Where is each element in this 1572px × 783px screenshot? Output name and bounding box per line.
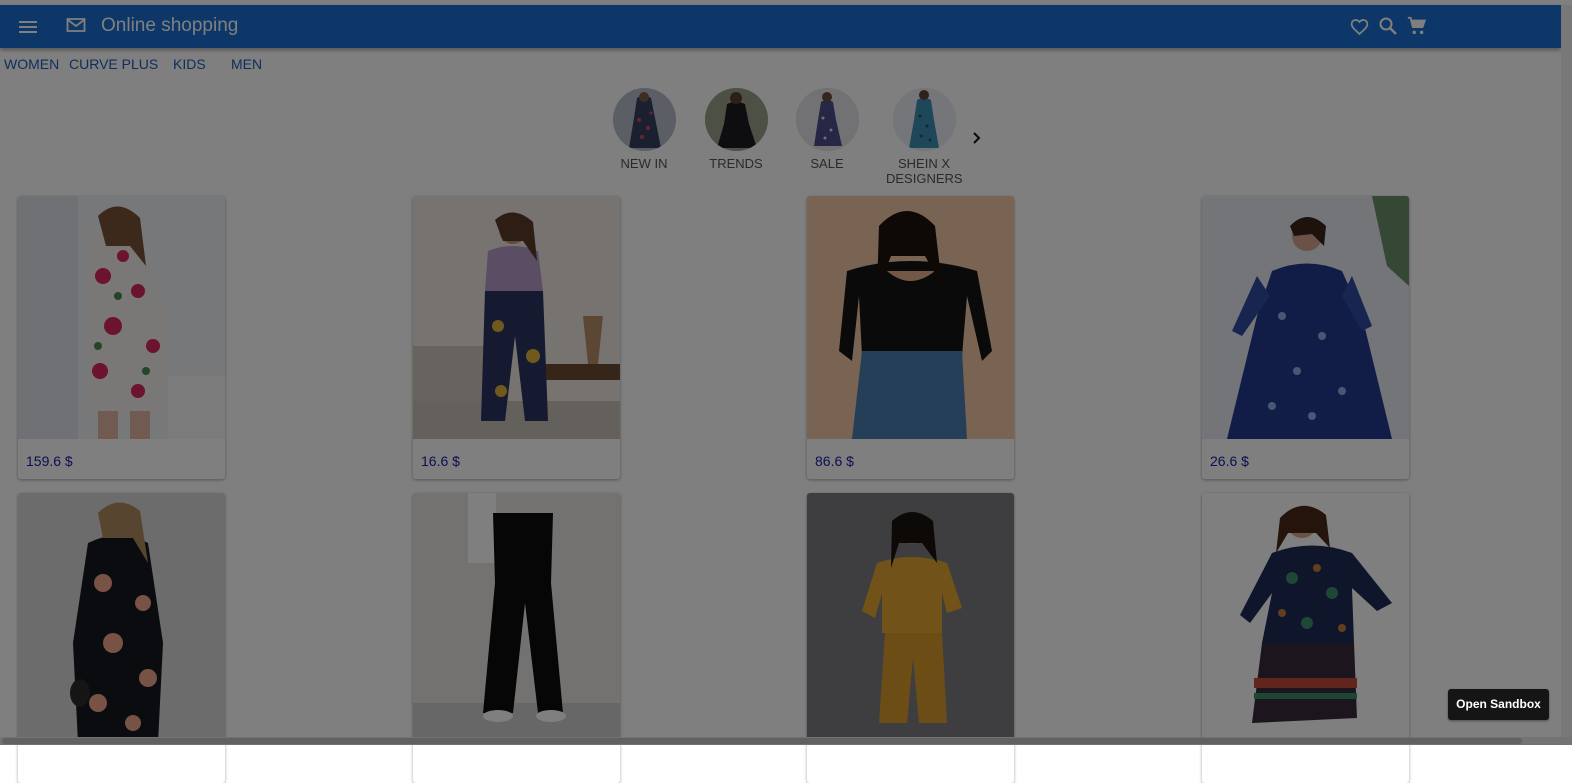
collection-carousel: NEW IN TRENDS SALE SHEIN X DESIGNERS [600, 88, 1000, 188]
open-sandbox-button[interactable]: Open Sandbox [1448, 689, 1549, 720]
collection-label: SHEIN X DESIGNERS [886, 156, 962, 186]
product-card[interactable]: 86.6 $ [807, 196, 1014, 479]
collection-label: SALE [810, 156, 844, 171]
category-men[interactable]: MEN [231, 56, 262, 72]
product-image [807, 493, 1014, 743]
product-price: 26.6 $ [1210, 453, 1249, 469]
category-curve-plus[interactable]: CURVE PLUS [69, 56, 158, 72]
category-kids[interactable]: KIDS [173, 56, 206, 72]
heart-icon[interactable] [1349, 16, 1370, 37]
collection-new-in[interactable]: NEW IN [606, 88, 682, 171]
app-title: Online shopping [101, 15, 239, 36]
product-image [413, 493, 620, 743]
cart-icon[interactable] [1406, 15, 1428, 37]
product-card[interactable]: 16.6 $ [413, 196, 620, 479]
product-card[interactable]: 159.6 $ [18, 196, 225, 479]
category-women[interactable]: WOMEN [4, 56, 59, 72]
mail-icon [66, 15, 86, 35]
product-image [1202, 493, 1409, 743]
collection-image [612, 88, 676, 151]
menu-icon[interactable] [18, 17, 38, 37]
product-price: 16.6 $ [421, 453, 460, 469]
product-image [18, 493, 225, 743]
vertical-scrollbar[interactable] [1561, 5, 1572, 737]
product-image [18, 196, 225, 439]
collection-image [795, 88, 859, 151]
product-price: 86.6 $ [815, 453, 854, 469]
app-page: Online shopping WOMEN CURVE PLUS KIDS ME… [0, 0, 1572, 783]
product-price [1202, 743, 1409, 783]
product-price [807, 743, 1014, 783]
product-image [413, 196, 620, 439]
app-bar: Online shopping [0, 5, 1561, 48]
product-image [807, 196, 1014, 439]
collection-label: TRENDS [709, 156, 763, 171]
product-price [413, 743, 620, 783]
product-price: 159.6 $ [26, 453, 73, 469]
product-card[interactable]: 26.6 $ [1202, 196, 1409, 479]
chevron-right-icon[interactable] [969, 131, 983, 145]
product-price [18, 743, 225, 783]
collection-label: NEW IN [620, 156, 668, 171]
collection-trends[interactable]: TRENDS [698, 88, 774, 171]
horizontal-scroll-thumb[interactable] [2, 738, 1522, 744]
search-icon[interactable] [1378, 16, 1398, 36]
product-image [1202, 196, 1409, 439]
collection-image [704, 88, 768, 151]
collection-sale[interactable]: SALE [789, 88, 865, 171]
collection-image [892, 88, 956, 151]
collection-shein-x-designers[interactable]: SHEIN X DESIGNERS [886, 88, 962, 186]
horizontal-scrollbar[interactable] [0, 737, 1572, 745]
